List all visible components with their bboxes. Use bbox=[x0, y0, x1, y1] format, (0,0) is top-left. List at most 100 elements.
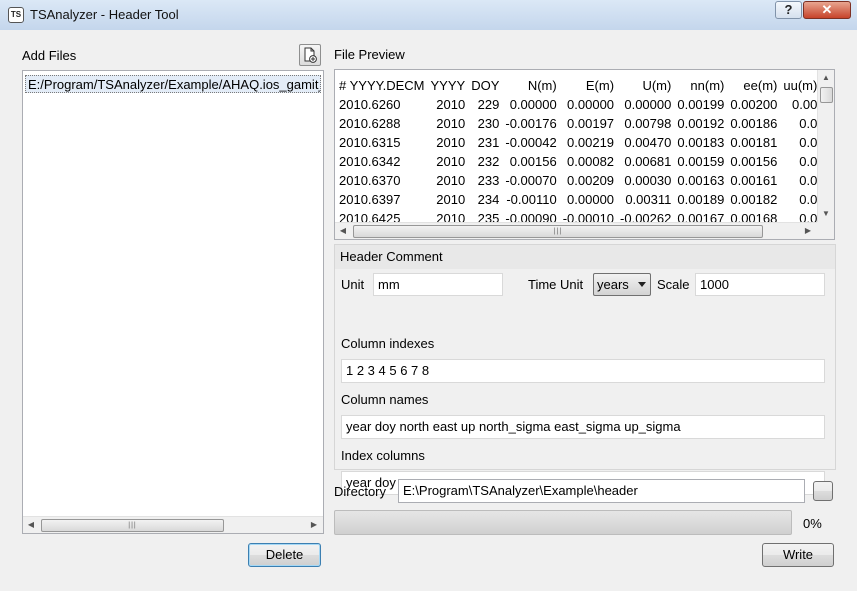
window-title: TSAnalyzer - Header Tool bbox=[30, 7, 179, 22]
preview-cell: 2010 bbox=[436, 97, 466, 112]
delete-button[interactable]: Delete bbox=[248, 543, 321, 567]
preview-cell: 2010.6315 bbox=[339, 135, 401, 150]
preview-cell: ee(m) bbox=[743, 78, 778, 93]
preview-cell: 0.00161 bbox=[730, 173, 778, 188]
chevron-down-icon bbox=[638, 282, 646, 287]
preview-cell: 2010 bbox=[436, 154, 466, 169]
preview-cell: E(m) bbox=[585, 78, 615, 93]
preview-line: 2010.6288 2010 230 -0.00176 0.00197 0.00798 0.… bbox=[339, 114, 817, 133]
scroll-thumb[interactable]: ||| bbox=[353, 225, 763, 238]
header-comment-group: Header Comment Unit mm Time Unit years S… bbox=[334, 244, 836, 495]
scale-label: Scale bbox=[657, 277, 690, 292]
progress-percent: 0% bbox=[803, 516, 822, 531]
close-button[interactable]: ✕ bbox=[803, 1, 851, 19]
preview-cell: 0.00030 bbox=[624, 173, 672, 188]
scroll-down-icon[interactable]: ▼ bbox=[818, 206, 834, 222]
preview-cell: 235 bbox=[477, 211, 500, 222]
scroll-left-icon[interactable]: ◀ bbox=[335, 223, 351, 239]
preview-cell: 0.0 bbox=[799, 154, 817, 169]
preview-cell: 0.00200 bbox=[730, 97, 778, 112]
scale-input[interactable]: 1000 bbox=[695, 273, 825, 296]
add-files-label: Add Files bbox=[22, 48, 77, 63]
preview-cell: 0.00 bbox=[792, 97, 817, 112]
preview-cell: 0.0 bbox=[799, 135, 817, 150]
preview-cell: -0.00070 bbox=[505, 173, 557, 188]
preview-cell: 0.0 bbox=[799, 173, 817, 188]
preview-cell: 0.00167 bbox=[677, 211, 725, 222]
preview-cell: 0.00000 bbox=[567, 192, 615, 207]
preview-cell: 0.00192 bbox=[677, 116, 725, 131]
preview-cell: 0.00186 bbox=[730, 116, 778, 131]
preview-cell: 0.00163 bbox=[677, 173, 725, 188]
file-preview-label: File Preview bbox=[334, 47, 405, 62]
preview-cell: 0.00798 bbox=[624, 116, 672, 131]
preview-cell: 2010 bbox=[436, 192, 466, 207]
preview-cell: 0.00209 bbox=[567, 173, 615, 188]
preview-cell: 230 bbox=[477, 116, 500, 131]
preview-cell: 0.00311 bbox=[625, 192, 672, 207]
preview-cell: 0.00197 bbox=[567, 116, 615, 131]
preview-cell: N(m) bbox=[527, 78, 557, 93]
column-indexes-input[interactable]: 1 2 3 4 5 6 7 8 bbox=[341, 359, 825, 383]
preview-cell: 0.00000 bbox=[567, 97, 615, 112]
preview-cell: 0.00470 bbox=[624, 135, 672, 150]
scroll-thumb[interactable] bbox=[820, 87, 833, 103]
scroll-up-icon[interactable]: ▲ bbox=[818, 70, 834, 86]
preview-cell: # YYYY.DECM bbox=[339, 78, 425, 93]
preview-cell: U(m) bbox=[642, 78, 672, 93]
preview-cell: 0.00156 bbox=[730, 154, 778, 169]
preview-cell: DOY bbox=[471, 78, 500, 93]
preview-cell: 0.00681 bbox=[624, 154, 672, 169]
preview-vscrollbar[interactable]: ▲ ▼ bbox=[817, 70, 834, 222]
help-button[interactable]: ? bbox=[775, 1, 802, 19]
preview-cell: 0.00181 bbox=[730, 135, 778, 150]
column-names-input[interactable]: year doy north east up north_sigma east_… bbox=[341, 415, 825, 439]
scroll-corner bbox=[817, 222, 834, 239]
add-files-button[interactable] bbox=[299, 44, 321, 66]
preview-cell: -0.00090 bbox=[505, 211, 557, 222]
file-list[interactable]: E:/Program/TSAnalyzer/Example/AHAQ.ios_g… bbox=[22, 70, 324, 534]
preview-cell: 2010 bbox=[436, 211, 466, 222]
preview-cell: 2010.6288 bbox=[339, 116, 401, 131]
file-preview-text: # YYYY.DECM YYYY DOY N(m) E(m) U(m) nn(m) ee(m)… bbox=[339, 76, 817, 222]
preview-line: 2010.6425 2010 235 -0.00090 -0.00010 -0.00262… bbox=[339, 209, 817, 222]
scroll-right-icon[interactable]: ▶ bbox=[800, 223, 816, 239]
file-list-hscrollbar[interactable]: ◀ ||| ▶ bbox=[23, 516, 323, 533]
preview-cell: 0.0 bbox=[799, 192, 817, 207]
preview-cell: 0.00082 bbox=[567, 154, 615, 169]
scroll-right-icon[interactable]: ▶ bbox=[306, 517, 322, 533]
write-button[interactable]: Write bbox=[762, 543, 834, 567]
scroll-thumb[interactable]: ||| bbox=[41, 519, 224, 532]
client-area: Add Files E:/Program/TSAnalyzer/Example/… bbox=[8, 30, 849, 583]
preview-cell: 2010 bbox=[436, 116, 466, 131]
time-unit-select[interactable]: years bbox=[593, 273, 651, 296]
file-preview-box[interactable]: # YYYY.DECM YYYY DOY N(m) E(m) U(m) nn(m) ee(m)… bbox=[334, 69, 835, 240]
preview-cell: 0.00000 bbox=[509, 97, 557, 112]
preview-cell: 231 bbox=[477, 135, 500, 150]
preview-cell: 232 bbox=[477, 154, 500, 169]
add-file-icon bbox=[304, 47, 317, 63]
preview-cell: -0.00262 bbox=[620, 211, 672, 222]
unit-input[interactable]: mm bbox=[373, 273, 503, 296]
preview-cell: 0.00199 bbox=[677, 97, 725, 112]
preview-cell: uu(m) bbox=[783, 78, 817, 93]
preview-hscrollbar[interactable]: ◀ ||| ▶ bbox=[335, 222, 817, 239]
preview-cell: 2010 bbox=[436, 173, 466, 188]
preview-cell: YYYY bbox=[430, 78, 466, 93]
preview-cell: 0.00168 bbox=[730, 211, 778, 222]
browse-directory-button[interactable] bbox=[813, 481, 833, 501]
preview-cell: -0.00110 bbox=[506, 192, 557, 207]
file-list-item[interactable]: E:/Program/TSAnalyzer/Example/AHAQ.ios_g… bbox=[25, 75, 321, 93]
directory-input[interactable]: E:\Program\TSAnalyzer\Example\header bbox=[398, 479, 805, 503]
preview-line: 2010.6370 2010 233 -0.00070 0.00209 0.00030 0.… bbox=[339, 171, 817, 190]
preview-line: 2010.6342 2010 232 0.00156 0.00082 0.00681 0.0… bbox=[339, 152, 817, 171]
preview-line: # YYYY.DECM YYYY DOY N(m) E(m) U(m) nn(m) ee(m)… bbox=[339, 76, 817, 95]
preview-cell: 2010.6342 bbox=[339, 154, 401, 169]
column-names-label: Column names bbox=[341, 392, 429, 407]
preview-cell: 2010.6260 bbox=[339, 97, 401, 112]
scroll-left-icon[interactable]: ◀ bbox=[23, 517, 39, 533]
title-bar[interactable]: TS TSAnalyzer - Header Tool ? ✕ bbox=[0, 0, 857, 30]
preview-line: 2010.6397 2010 234 -0.00110 0.00000 0.00311 0.… bbox=[339, 190, 817, 209]
preview-line: 2010.6315 2010 231 -0.00042 0.00219 0.00470 0.… bbox=[339, 133, 817, 152]
file-preview-viewport: # YYYY.DECM YYYY DOY N(m) E(m) U(m) nn(m) ee(m)… bbox=[335, 70, 817, 222]
